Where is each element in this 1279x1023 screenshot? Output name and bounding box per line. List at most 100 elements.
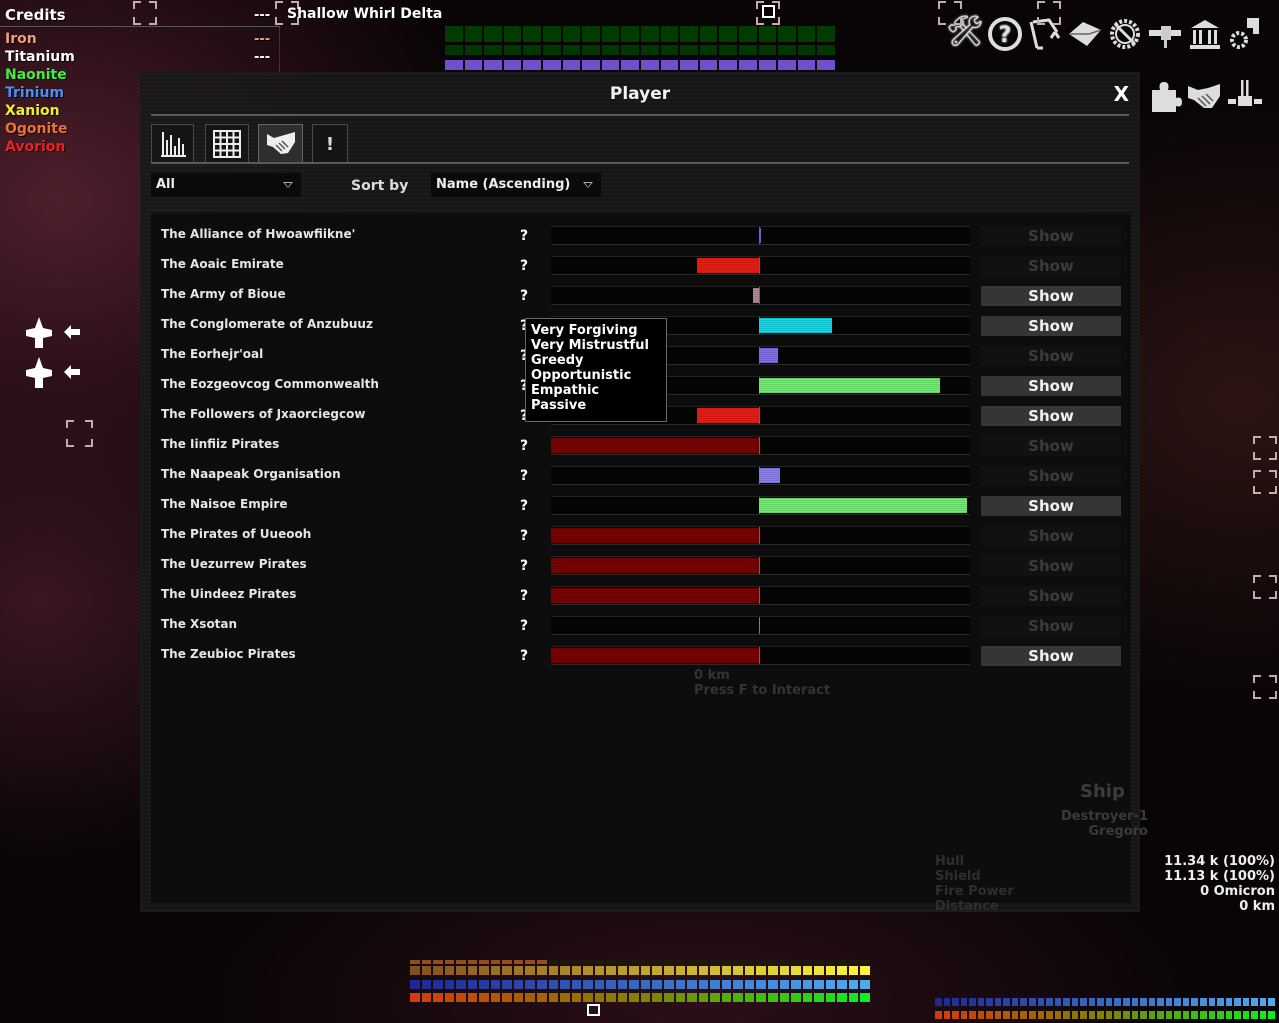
tab-inventory[interactable] (205, 124, 249, 163)
resource-name: Titanium (5, 49, 75, 65)
faction-traits-help-icon[interactable]: ? (520, 498, 528, 514)
relation-bar-fill (551, 648, 759, 663)
faction-name: The Alliance of Hwoawfiikne' (161, 227, 356, 241)
filter-dropdown[interactable]: All (151, 173, 301, 197)
svg-text:?: ? (999, 23, 1012, 48)
turret-factory-icon[interactable] (1147, 16, 1183, 52)
relation-bar-fill (697, 258, 759, 273)
show-button[interactable]: Show (981, 646, 1121, 666)
help-icon[interactable]: ? (987, 16, 1023, 52)
bar-segment (1199, 998, 1207, 1006)
faction-traits-help-icon[interactable]: ? (520, 468, 528, 484)
faction-traits-help-icon[interactable]: ? (520, 438, 528, 454)
bank-icon[interactable] (1187, 16, 1223, 52)
bar-segment (484, 26, 502, 42)
bar-segment (1182, 1011, 1190, 1019)
bar-segment (675, 993, 686, 1002)
bar-segment (1217, 998, 1224, 1006)
faction-name: The Naapeak Organisation (161, 467, 341, 481)
faction-traits-help-icon[interactable]: ? (520, 618, 528, 634)
bar-segment (502, 960, 512, 964)
relation-bar (551, 466, 970, 485)
bar-segment (837, 980, 847, 989)
faction-row: The Pirates of Uueooh? Show (151, 517, 1131, 547)
bar-segment (1242, 998, 1250, 1006)
fleet-ship-icon[interactable] (24, 316, 84, 354)
bar-segment (1063, 1011, 1070, 1019)
faction-traits-help-icon[interactable]: ? (520, 528, 528, 544)
bar-segment (571, 980, 582, 989)
relation-bar-fill (759, 348, 778, 363)
ship-stat-value: 0 km (1239, 899, 1275, 914)
settings-icon[interactable] (1227, 14, 1263, 50)
bar-segment (560, 993, 570, 1002)
faction-traits-help-icon[interactable]: ? (520, 228, 528, 244)
ship-stat-label: Fire Power (935, 884, 1014, 899)
bar-segment (699, 60, 718, 70)
bar-segment (502, 966, 512, 975)
bar-segment (456, 993, 466, 1002)
close-button[interactable]: X (1114, 82, 1129, 106)
relation-bar-center (759, 527, 760, 544)
ship-owner: Gregoro (1088, 824, 1148, 839)
bar-segment (1123, 1011, 1130, 1019)
diplomacy-handshake-icon[interactable] (1186, 78, 1222, 114)
bar-segment (467, 993, 478, 1002)
bar-segment (1131, 1011, 1139, 1019)
bar-segment (778, 45, 796, 55)
bar-segment (744, 960, 755, 964)
bar-segment (537, 960, 547, 964)
show-button[interactable]: Show (981, 406, 1121, 426)
faction-traits-help-icon[interactable]: ? (520, 648, 528, 664)
tab-diplomacy[interactable] (258, 124, 303, 163)
network-icon[interactable] (1226, 78, 1262, 114)
bar-segment (1251, 1011, 1258, 1019)
mail-icon[interactable] (1067, 16, 1103, 52)
faction-row: The Naapeak Organisation? Show (151, 457, 1131, 487)
bar-segment (571, 960, 582, 964)
faction-traits-help-icon[interactable]: ? (520, 288, 528, 304)
bar-segment (444, 960, 455, 964)
bar-segment (710, 993, 720, 1002)
bar-segment (1199, 1011, 1207, 1019)
bar-segment (675, 980, 686, 989)
bar-segment (1165, 998, 1173, 1006)
resource-value: --- (254, 32, 271, 47)
bar-segment (791, 960, 801, 964)
bar-segment (687, 993, 697, 1002)
fleet-ship-icon[interactable] (24, 356, 84, 394)
faction-name: The Army of Bioue (161, 287, 286, 301)
show-button[interactable]: Show (981, 376, 1121, 396)
strategy-compass-icon[interactable] (1107, 16, 1143, 52)
ship-info-title: Ship (1080, 781, 1125, 802)
tab-stats[interactable] (151, 124, 194, 163)
resource-name: Xanion (5, 103, 60, 119)
bar-segment (943, 998, 951, 1006)
bar-segment (664, 960, 674, 964)
target-bracket (1253, 436, 1277, 460)
bar-segment (837, 966, 847, 975)
bar-segment (994, 998, 1002, 1006)
bar-segment (1088, 1011, 1096, 1019)
faction-traits-help-icon[interactable]: ? (520, 588, 528, 604)
bar-segment (1268, 998, 1275, 1006)
bar-segment (583, 980, 593, 989)
bar-segment (594, 966, 605, 975)
show-button[interactable]: Show (981, 316, 1121, 336)
bar-segment (629, 980, 639, 989)
show-button[interactable]: Show (981, 496, 1121, 516)
bar-segment (825, 960, 836, 964)
bar-segment (503, 26, 522, 42)
bar-segment (814, 993, 824, 1002)
bar-segment (660, 26, 679, 42)
bar-segment (699, 26, 718, 42)
tab-missions[interactable]: ! (312, 124, 348, 163)
bar-segment (537, 993, 547, 1002)
sort-dropdown[interactable]: Name (Ascending) (431, 173, 601, 197)
show-button[interactable]: Show (981, 286, 1121, 306)
bar-segment (464, 45, 483, 55)
faction-traits-help-icon[interactable]: ? (520, 258, 528, 274)
mods-puzzle-icon[interactable] (1146, 78, 1182, 114)
bar-segment (756, 980, 766, 989)
faction-traits-help-icon[interactable]: ? (520, 558, 528, 574)
